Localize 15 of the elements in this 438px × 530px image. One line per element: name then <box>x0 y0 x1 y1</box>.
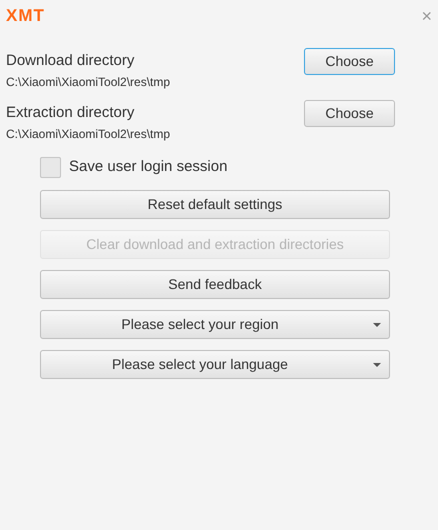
directory-label: Extraction directory <box>6 103 136 123</box>
select-dropdown[interactable]: Please select your language <box>40 350 390 378</box>
checkbox[interactable] <box>40 156 61 178</box>
action-button[interactable]: Reset default settings <box>40 190 390 218</box>
app-logo: XMT <box>6 6 45 26</box>
caret-icon <box>373 362 381 366</box>
select-dropdown[interactable]: Please select your region <box>40 310 390 338</box>
choose-button[interactable]: Choose <box>304 100 395 127</box>
directory-label: Download directory <box>6 51 136 71</box>
action-button[interactable]: Send feedback <box>40 270 390 298</box>
caret-icon <box>373 322 381 326</box>
directory-path: C:\Xiaomi\XiaomiTool2\res\tmp <box>6 74 170 90</box>
checkbox-label: Save user login session <box>69 157 228 177</box>
directory-path: C:\Xiaomi\XiaomiTool2\res\tmp <box>6 126 170 142</box>
choose-button[interactable]: Choose <box>304 48 395 75</box>
